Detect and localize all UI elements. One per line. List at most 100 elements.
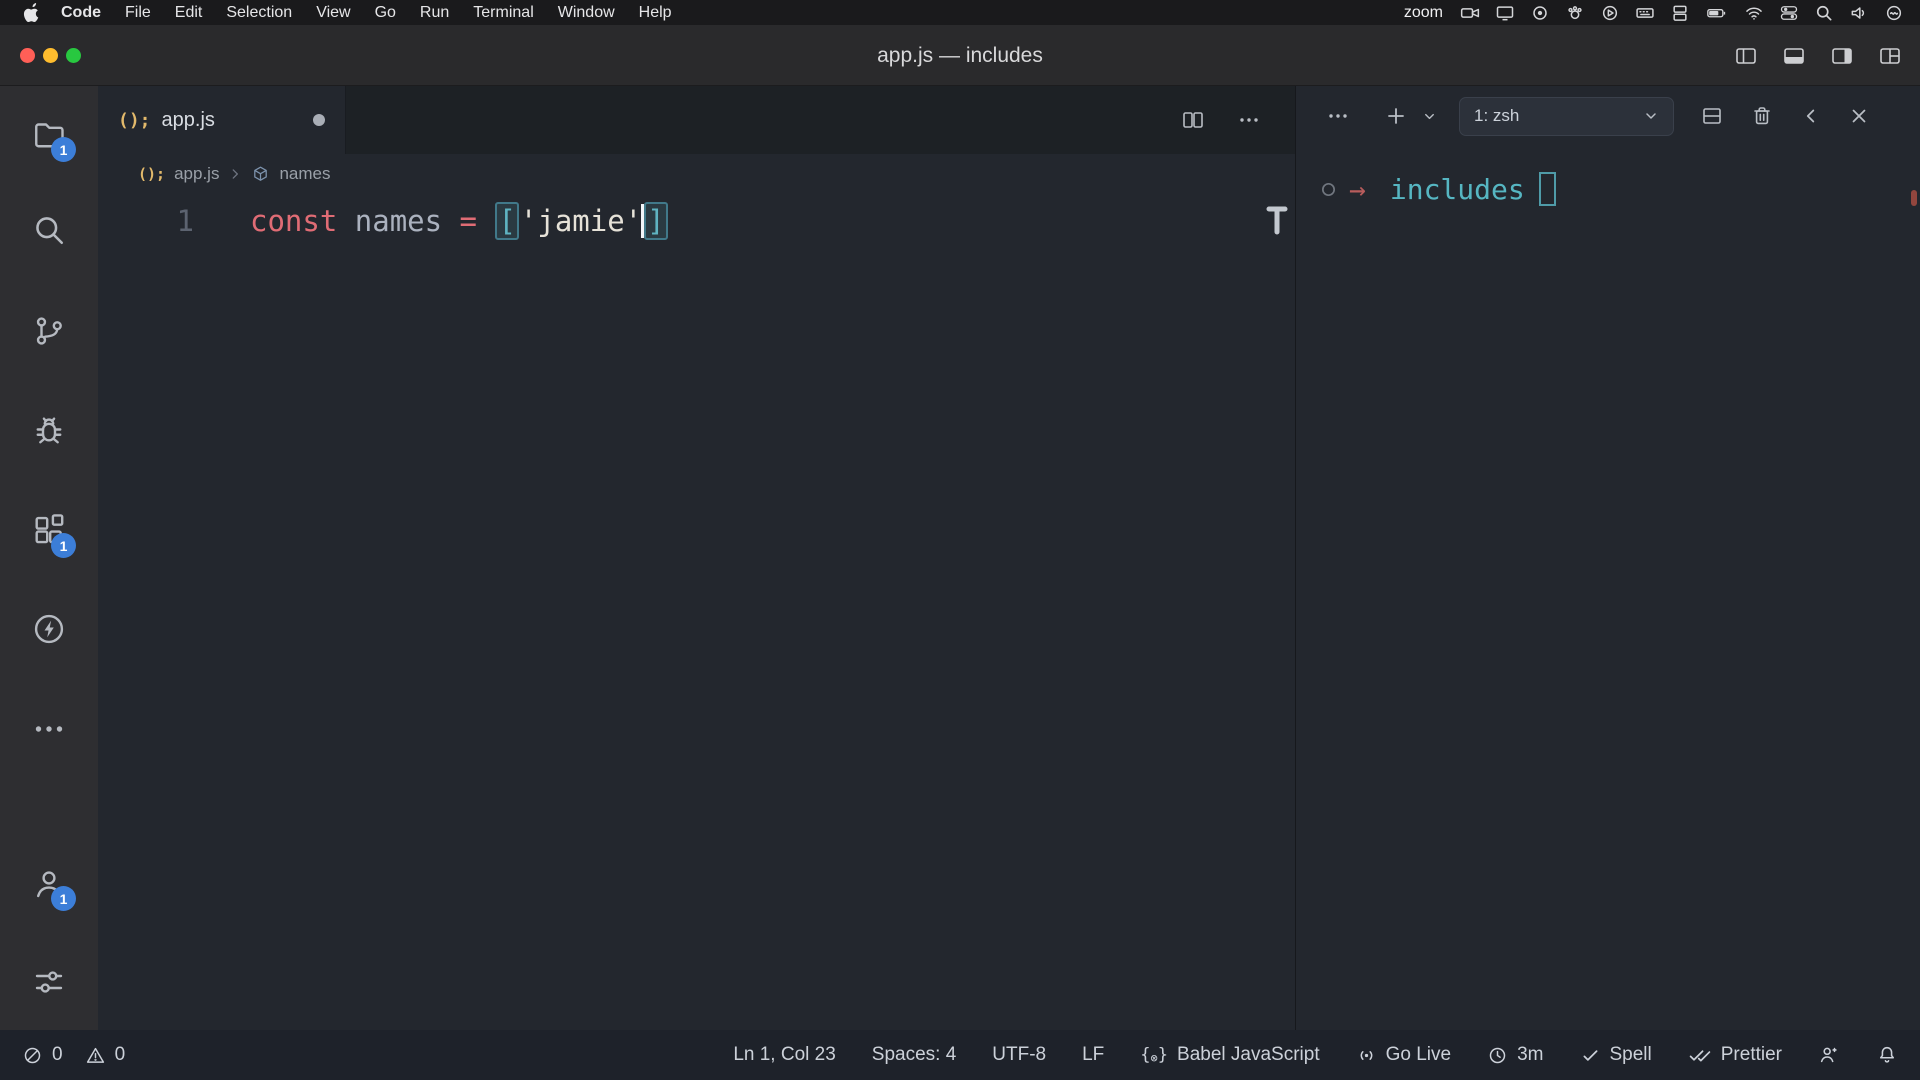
prettier-label: Prettier (1721, 1044, 1782, 1066)
chevron-down-icon (1643, 108, 1659, 124)
kill-terminal-icon[interactable] (1750, 104, 1774, 128)
cursor-position[interactable]: Ln 1, Col 23 (733, 1044, 835, 1066)
token-close-bracket: ] (644, 202, 667, 240)
menu-item-selection[interactable]: Selection (214, 0, 304, 25)
layout-controls (1734, 25, 1902, 86)
editor-actions (1181, 86, 1261, 154)
new-terminal-dropdown-icon[interactable] (1422, 109, 1437, 124)
timer[interactable]: 3m (1487, 1044, 1543, 1066)
notifications-bell-icon[interactable] (1876, 1044, 1898, 1066)
indentation[interactable]: Spaces: 4 (872, 1044, 957, 1066)
record-icon[interactable] (1530, 3, 1550, 23)
zoom-app-label[interactable]: zoom (1404, 4, 1443, 22)
shell-selector-label: 1: zsh (1474, 106, 1519, 126)
broadcast-icon (1356, 1045, 1377, 1066)
toggle-primary-sidebar-icon[interactable] (1734, 44, 1758, 68)
warnings-indicator: 0 (85, 1044, 126, 1066)
menu-item-file[interactable]: File (113, 0, 163, 25)
prompt-arrow: → (1349, 173, 1366, 206)
language-mode[interactable]: {⊗} Babel JavaScript (1140, 1044, 1319, 1066)
menu-item-terminal[interactable]: Terminal (461, 0, 545, 25)
breadcrumb-symbol[interactable]: names (279, 164, 330, 184)
search-sidebar-icon[interactable] (25, 206, 73, 254)
terminal-header: 1: zsh (1296, 86, 1920, 146)
accounts-badge: 1 (51, 886, 76, 911)
menu-item-edit[interactable]: Edit (163, 0, 215, 25)
run-debug-icon[interactable] (25, 407, 73, 455)
control-center-icon[interactable] (1779, 3, 1799, 23)
more-views-icon[interactable] (25, 705, 73, 753)
timer-label: 3m (1517, 1044, 1543, 1066)
split-terminal-icon[interactable] (1700, 104, 1724, 128)
menu-item-help[interactable]: Help (627, 0, 684, 25)
search-icon[interactable] (1814, 3, 1834, 23)
problems-indicator[interactable]: 0 0 (22, 1044, 125, 1066)
thunder-client-icon[interactable] (25, 605, 73, 653)
customize-layout-icon[interactable] (1878, 44, 1902, 68)
command-decoration-icon[interactable] (1320, 181, 1337, 198)
spell-checker[interactable]: Spell (1580, 1044, 1652, 1066)
settings-sliders-icon[interactable] (25, 958, 73, 1006)
zoom-window-button[interactable] (66, 48, 81, 63)
menu-item-view[interactable]: View (304, 0, 362, 25)
extensions-badge: 1 (51, 533, 76, 558)
wifi-icon[interactable] (1744, 3, 1764, 23)
window-stack-icon[interactable] (1670, 3, 1690, 23)
battery-icon[interactable] (1705, 3, 1729, 23)
menu-item-window[interactable]: Window (546, 0, 627, 25)
warning-icon (85, 1045, 106, 1066)
go-live-label: Go Live (1386, 1044, 1451, 1066)
macos-menu-bar: Code File Edit Selection View Go Run Ter… (0, 0, 1920, 25)
apple-menu-icon[interactable] (16, 3, 49, 23)
prettier[interactable]: Prettier (1688, 1044, 1782, 1066)
menu-item-run[interactable]: Run (408, 0, 461, 25)
terminal-scrollbar-mark[interactable] (1911, 190, 1917, 206)
editor-group: (); app.js (); app.js names 1 const name… (98, 86, 1295, 1030)
error-icon (22, 1045, 43, 1066)
modified-indicator[interactable] (313, 114, 325, 126)
menu-item-go[interactable]: Go (363, 0, 408, 25)
eol-sequence[interactable]: LF (1082, 1044, 1104, 1066)
new-terminal-icon[interactable] (1384, 104, 1408, 128)
play-circle-icon[interactable] (1600, 3, 1620, 23)
check-icon (1580, 1045, 1601, 1066)
clock-icon (1487, 1045, 1508, 1066)
code-text: const names = [ 'jamie' ] (250, 202, 669, 240)
close-panel-icon[interactable] (1848, 105, 1870, 127)
encoding[interactable]: UTF-8 (992, 1044, 1046, 1066)
more-actions-icon[interactable] (1237, 108, 1261, 132)
split-editor-icon[interactable] (1181, 108, 1205, 132)
shell-selector[interactable]: 1: zsh (1459, 97, 1674, 136)
extensions-icon[interactable]: 1 (25, 507, 73, 555)
siri-icon[interactable] (1884, 3, 1904, 23)
toggle-secondary-sidebar-icon[interactable] (1830, 44, 1854, 68)
close-window-button[interactable] (20, 48, 35, 63)
panel-chevron-left-icon[interactable] (1800, 105, 1822, 127)
token-open-bracket: [ (495, 202, 518, 240)
token-string: 'jamie' (520, 204, 642, 238)
tab-app-js[interactable]: (); app.js (98, 86, 346, 154)
code-area[interactable]: 1 const names = [ 'jamie' ] (98, 194, 1295, 244)
minimap[interactable] (1265, 204, 1289, 236)
paw-app-icon[interactable] (1565, 3, 1585, 23)
accounts-icon[interactable]: 1 (25, 860, 73, 908)
keyboard-icon[interactable] (1635, 3, 1655, 23)
status-bar-right: Ln 1, Col 23 Spaces: 4 UTF-8 LF {⊗} Babe… (733, 1044, 1898, 1066)
language-mode-label: Babel JavaScript (1177, 1044, 1320, 1066)
toggle-panel-icon[interactable] (1782, 44, 1806, 68)
warnings-count: 0 (115, 1044, 126, 1066)
source-control-icon[interactable] (25, 307, 73, 355)
go-live[interactable]: Go Live (1356, 1044, 1451, 1066)
live-share-person-icon[interactable] (1818, 1044, 1840, 1066)
minimize-window-button[interactable] (43, 48, 58, 63)
tab-label: app.js (162, 109, 215, 132)
volume-icon[interactable] (1849, 3, 1869, 23)
terminal-more-icon[interactable] (1326, 104, 1350, 128)
breadcrumb-file[interactable]: app.js (174, 164, 219, 184)
token-operator: = (460, 204, 495, 238)
terminal-body[interactable]: → includes (1296, 146, 1920, 210)
display-icon[interactable] (1495, 3, 1515, 23)
camera-icon[interactable] (1460, 3, 1480, 23)
menu-app-name[interactable]: Code (49, 0, 113, 25)
explorer-icon[interactable]: 1 (25, 111, 73, 159)
